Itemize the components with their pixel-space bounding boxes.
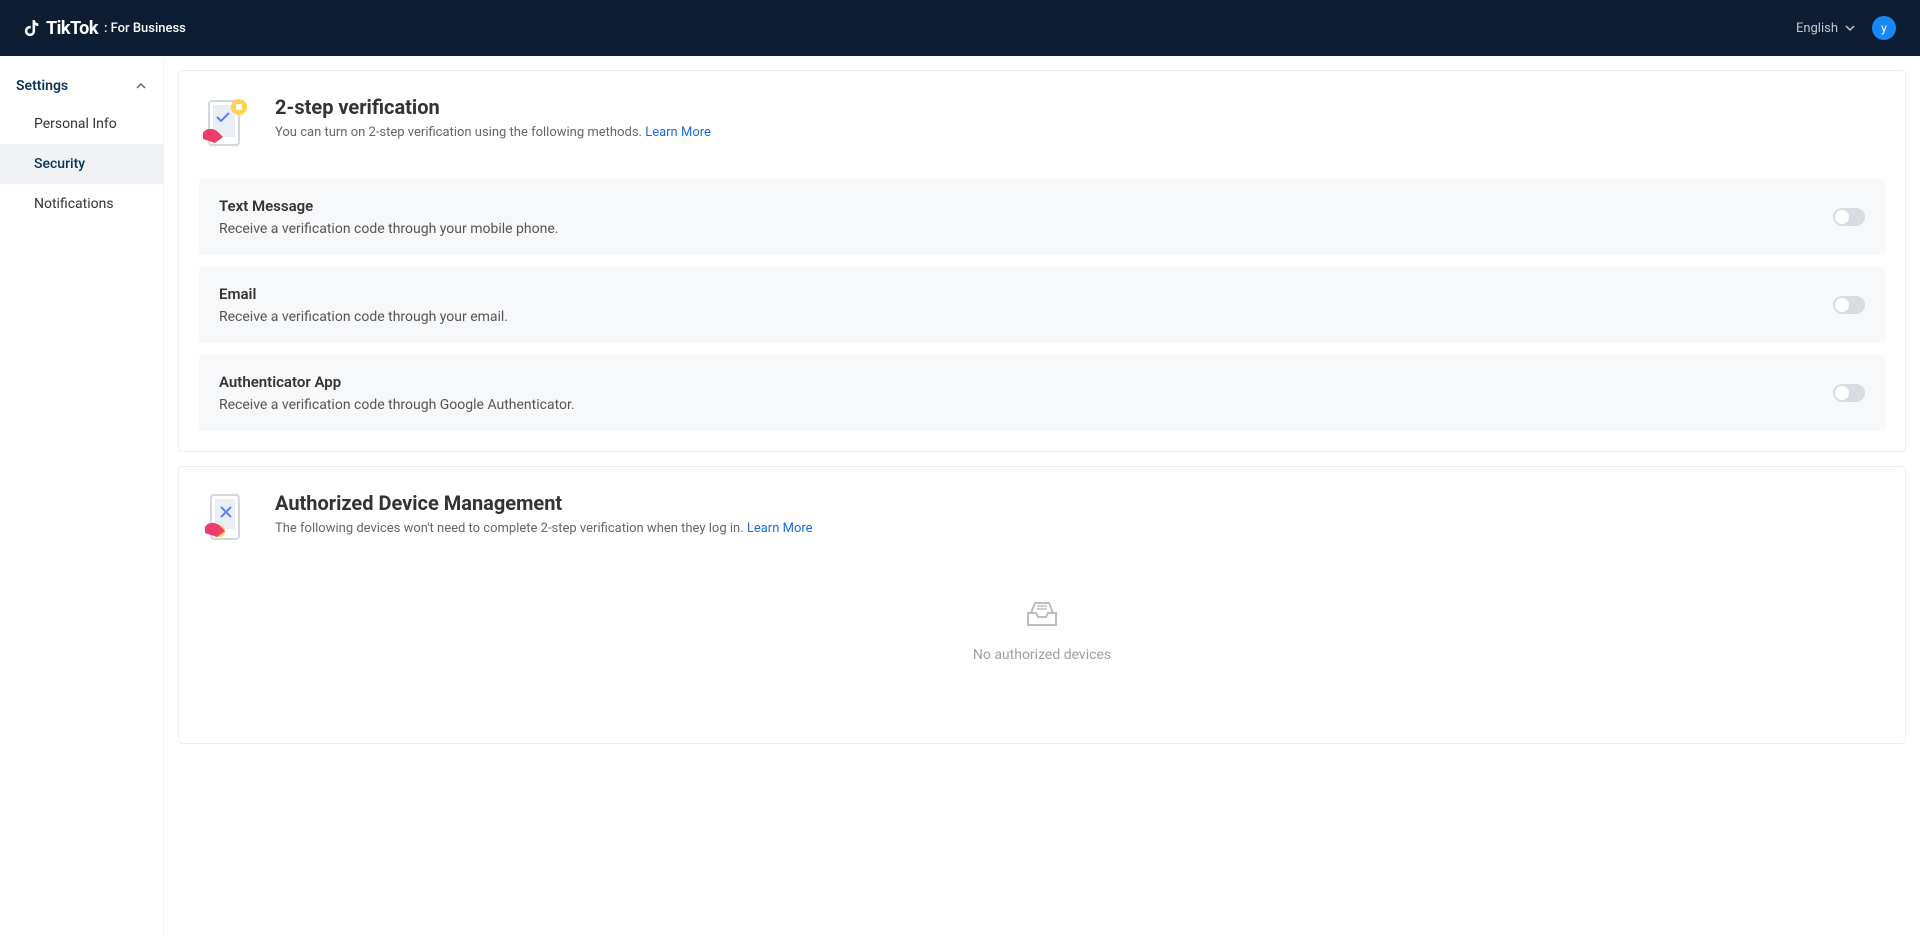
top-header: TikTok : For Business English y	[0, 0, 1920, 56]
devices-card: Authorized Device Management The followi…	[178, 466, 1906, 744]
language-label: English	[1796, 21, 1838, 36]
sidebar-section-settings[interactable]: Settings	[0, 68, 163, 104]
content-area: 2-step verification You can turn on 2-st…	[164, 56, 1920, 936]
avatar-initial: y	[1881, 21, 1887, 35]
sidebar-item-security[interactable]: Security	[0, 144, 163, 184]
language-selector[interactable]: English	[1796, 21, 1856, 36]
toggle-email[interactable]	[1833, 296, 1865, 314]
option-email: Email Receive a verification code throug…	[199, 267, 1885, 343]
option-title: Authenticator App	[219, 373, 575, 391]
avatar[interactable]: y	[1872, 16, 1896, 40]
sidebar-item-notifications[interactable]: Notifications	[0, 184, 163, 224]
option-desc: Receive a verification code through Goog…	[219, 397, 575, 413]
option-authenticator: Authenticator App Receive a verification…	[199, 355, 1885, 431]
devices-desc: The following devices won't need to comp…	[275, 521, 813, 536]
tiktok-icon	[24, 18, 42, 38]
chevron-down-icon	[1844, 22, 1856, 34]
devices-learn-more-link[interactable]: Learn More	[747, 521, 813, 536]
devices-title: Authorized Device Management	[275, 491, 813, 515]
two-step-card: 2-step verification You can turn on 2-st…	[178, 70, 1906, 452]
option-desc: Receive a verification code through your…	[219, 309, 508, 325]
sidebar-item-label: Personal Info	[34, 116, 117, 132]
option-title: Email	[219, 285, 508, 303]
devices-illustration-icon	[199, 491, 255, 547]
sidebar-item-label: Security	[34, 156, 85, 172]
logo-subtext: : For Business	[104, 21, 186, 36]
toggle-text-message[interactable]	[1833, 208, 1865, 226]
option-title: Text Message	[219, 197, 558, 215]
sidebar-item-label: Notifications	[34, 196, 114, 212]
two-step-desc: You can turn on 2-step verification usin…	[275, 125, 711, 140]
option-text-message: Text Message Receive a verification code…	[199, 179, 1885, 255]
devices-empty-state: No authorized devices	[199, 559, 1885, 723]
two-step-illustration-icon	[199, 95, 255, 151]
logo-text: TikTok	[46, 18, 98, 39]
option-desc: Receive a verification code through your…	[219, 221, 558, 237]
inbox-empty-icon	[1025, 599, 1059, 633]
two-step-title: 2-step verification	[275, 95, 711, 119]
devices-empty-text: No authorized devices	[973, 647, 1111, 663]
sidebar-item-personal-info[interactable]: Personal Info	[0, 104, 163, 144]
two-step-learn-more-link[interactable]: Learn More	[645, 125, 711, 140]
logo[interactable]: TikTok : For Business	[24, 18, 186, 39]
chevron-up-icon	[135, 80, 147, 92]
sidebar-title: Settings	[16, 78, 68, 94]
sidebar: Settings Personal Info Security Notifica…	[0, 56, 164, 936]
toggle-authenticator[interactable]	[1833, 384, 1865, 402]
